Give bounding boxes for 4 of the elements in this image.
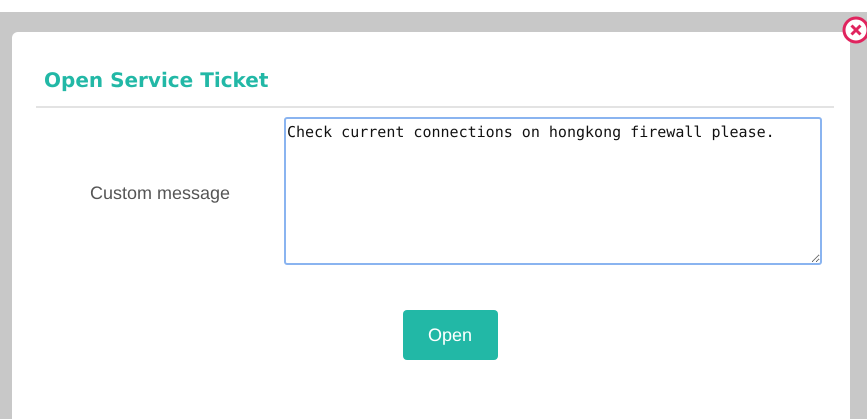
field-label: Custom message <box>88 183 232 204</box>
close-icon[interactable] <box>842 16 867 44</box>
message-field[interactable]: Check current connections on hongkong firewall please. <box>284 117 822 265</box>
dialog-title: Open Service Ticket <box>36 64 834 108</box>
